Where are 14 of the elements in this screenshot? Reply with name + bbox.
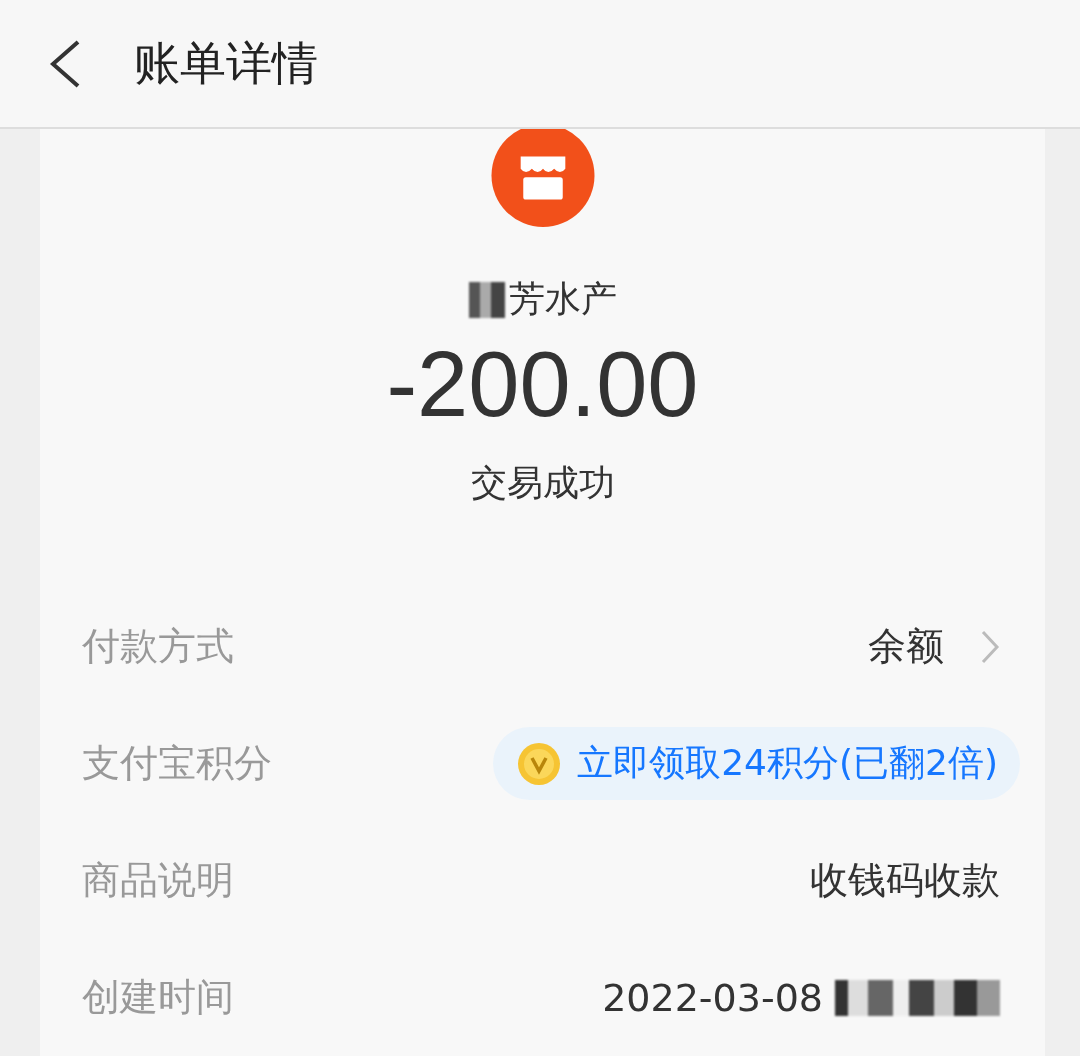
row-label: 创建时间 <box>82 974 234 1021</box>
amount: -200.00 <box>386 332 699 437</box>
points-button[interactable]: 立即领取24积分(已翻2倍) <box>493 727 1020 800</box>
row-label: 付款方式 <box>82 623 234 670</box>
merchant-name: 芳水产 <box>508 277 617 321</box>
status-text: 交易成功 <box>470 461 615 505</box>
page-title: 账单详情 <box>134 34 318 92</box>
row-value[interactable]: 余额 <box>868 621 944 672</box>
row-label: 支付宝积分 <box>82 740 272 787</box>
back-icon[interactable] <box>48 38 82 89</box>
row-label: 商品说明 <box>82 857 234 904</box>
coin-icon <box>517 741 562 786</box>
row-value: 2022-03-08 <box>602 975 823 1020</box>
row-value: 收钱码收款 <box>810 857 1000 904</box>
